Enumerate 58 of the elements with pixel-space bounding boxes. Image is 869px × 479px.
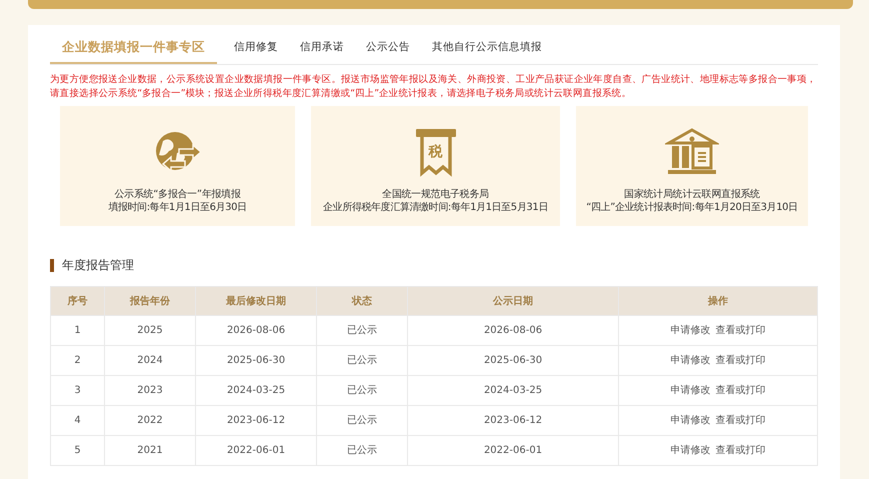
section-title: 年度报告管理 [62, 257, 134, 274]
table-cell: 2024-03-25 [408, 376, 618, 406]
table-cell: 2023-06-12 [196, 406, 316, 436]
action-link[interactable]: 申请修改 [670, 445, 710, 456]
building-icon [665, 127, 719, 177]
table-cell: 2026-08-06 [408, 316, 618, 346]
table-cell: 2022 [104, 406, 196, 436]
table-cell: 2 [50, 346, 104, 376]
table-cell: 已公示 [316, 406, 408, 436]
table-cell: 3 [50, 376, 104, 406]
table-cell: 已公示 [316, 376, 408, 406]
card-subtitle: “四上”企业统计报表时间:每年1月20日至3月10日 [586, 201, 798, 214]
table-cell: 2026-08-06 [196, 316, 316, 346]
column-header: 序号 [50, 286, 104, 316]
card-subtitle: 企业所得税年度汇算清缴时间:每年1月1日至5月31日 [323, 201, 548, 214]
action-link[interactable]: 申请修改 [670, 355, 710, 366]
table-cell: 已公示 [316, 436, 408, 466]
column-header: 报告年份 [104, 286, 196, 316]
tab[interactable]: 信用修复 [223, 32, 289, 64]
table-cell: 2022-06-01 [408, 436, 618, 466]
table-cell: 2025-06-30 [408, 346, 618, 376]
action-link[interactable]: 查看或打印 [716, 325, 766, 336]
table-cell: 2024-03-25 [196, 376, 316, 406]
table-cell: 2025 [104, 316, 196, 346]
tab[interactable]: 信用承诺 [289, 32, 355, 64]
table-cell: 2023-06-12 [408, 406, 618, 436]
service-card[interactable]: 税 全国统一规范电子税务局 企业所得税年度汇算清缴时间:每年1月1日至5月31日 [311, 106, 560, 226]
action-link[interactable]: 查看或打印 [716, 385, 766, 396]
column-header: 最后修改日期 [196, 286, 316, 316]
column-header: 操作 [618, 286, 818, 316]
card-title: 全国统一规范电子税务局 [382, 188, 489, 201]
table-cell: 2021 [104, 436, 196, 466]
table-cell: 5 [50, 436, 104, 466]
tab[interactable]: 公示公告 [355, 32, 421, 64]
card-title: 公示系统“多报合一”年报填报 [114, 188, 241, 201]
tab[interactable]: 其他自行公示信息填报 [421, 32, 553, 64]
service-card[interactable]: 公示系统“多报合一”年报填报 填报时间:每年1月1日至6月30日 [60, 106, 295, 226]
action-link[interactable]: 申请修改 [670, 385, 710, 396]
table-cell: 已公示 [316, 316, 408, 346]
table-cell: 已公示 [316, 346, 408, 376]
action-link[interactable]: 申请修改 [670, 325, 710, 336]
card-title: 国家统计局统计云联网直报系统 [624, 188, 760, 201]
table-cell: 2024 [104, 346, 196, 376]
notice-text: 为更方便您报送企业数据，公示系统设置企业数据填报一件事专区。报送市场监管年报以及海关、外商投资、工业产品获证企业年度自查、广告业统计、地理标志等多报合一事项，请直接选择公示系统“多报合一”模块；报送企业所得税年度汇算清缴或“四上”企业统计报表，请选择电子税务局或统计云联网直报系统。 [50, 73, 818, 101]
action-link[interactable]: 查看或打印 [716, 415, 766, 426]
table-cell: 2025-06-30 [196, 346, 316, 376]
column-header: 状态 [316, 286, 408, 316]
service-card[interactable]: 国家统计局统计云联网直报系统 “四上”企业统计报表时间:每年1月20日至3月10日 [576, 106, 808, 226]
column-header: 公示日期 [408, 286, 618, 316]
table-cell: 4 [50, 406, 104, 436]
section-marker [50, 258, 54, 272]
table-cell: 2022-06-01 [196, 436, 316, 466]
action-link[interactable]: 申请修改 [670, 415, 710, 426]
table-cell: 1 [50, 316, 104, 346]
table-cell: 2023 [104, 376, 196, 406]
card-subtitle: 填报时间:每年1月1日至6月30日 [108, 201, 247, 214]
action-link[interactable]: 查看或打印 [716, 445, 766, 456]
action-link[interactable]: 查看或打印 [716, 355, 766, 366]
